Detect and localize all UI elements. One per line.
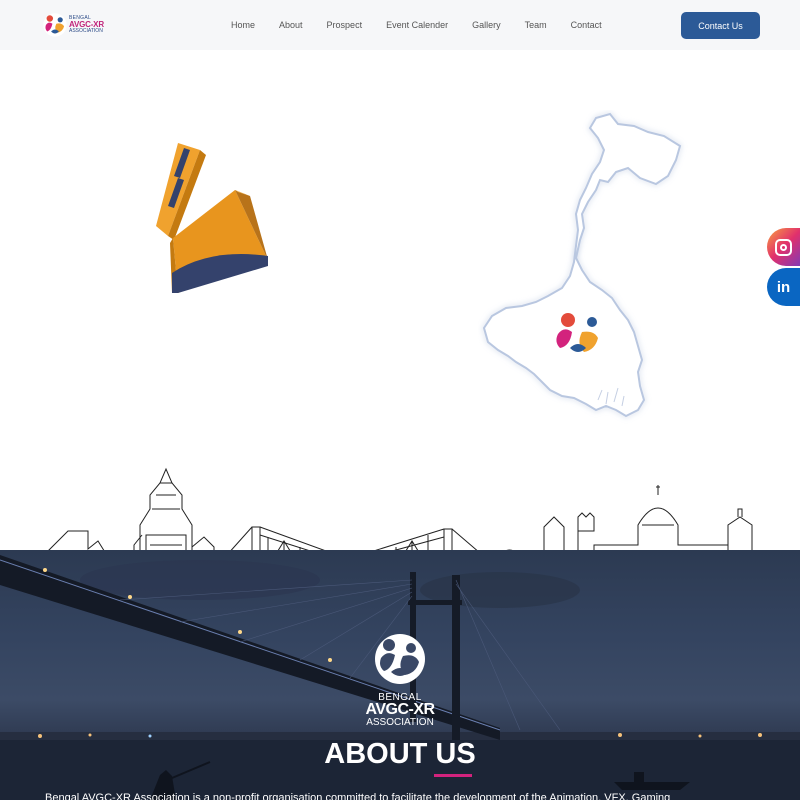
nav-item-gallery[interactable]: Gallery	[472, 20, 501, 30]
about-logo: BENGAL AVGC-XR ASSOCIATION	[360, 632, 440, 728]
brand-name: BENGAL AVGC-XR ASSOCIATION	[69, 16, 104, 34]
linkedin-icon: in	[776, 278, 791, 296]
about-logo-mark-icon	[375, 634, 425, 684]
nav-item-team[interactable]: Team	[525, 20, 547, 30]
site-header: BENGAL AVGC-XR ASSOCIATION Home About Pr…	[0, 0, 800, 50]
nav-item-contact[interactable]: Contact	[571, 20, 602, 30]
about-section: BENGAL AVGC-XR ASSOCIATION ABOUT US Beng…	[0, 550, 800, 800]
brand-logo[interactable]: BENGAL AVGC-XR ASSOCIATION	[42, 10, 112, 40]
nav-item-home[interactable]: Home	[231, 20, 255, 30]
brand-line-3: ASSOCIATION	[69, 28, 103, 34]
contact-us-button[interactable]: Contact Us	[681, 12, 760, 39]
about-description: Bengal AVGC-XR Association is a non-prof…	[45, 792, 671, 800]
about-title: ABOUT US	[324, 738, 476, 770]
main-nav: Home About Prospect Event Calender Galle…	[231, 20, 602, 30]
clapperboard-illustration	[156, 143, 268, 293]
about-logo-line-3: ASSOCIATION	[366, 717, 434, 728]
hero-section: in	[0, 50, 800, 578]
about-title-underline	[434, 774, 472, 777]
logo-mark-icon	[43, 13, 67, 37]
west-bengal-map-illustration	[482, 112, 682, 418]
nav-item-about[interactable]: About	[279, 20, 303, 30]
nav-item-prospect[interactable]: Prospect	[327, 20, 363, 30]
linkedin-button[interactable]: in	[767, 268, 800, 306]
about-logo-line-2: AVGC-XR	[365, 701, 435, 718]
instagram-button[interactable]	[767, 228, 800, 266]
nav-item-event-calender[interactable]: Event Calender	[386, 20, 448, 30]
instagram-icon	[775, 238, 792, 256]
